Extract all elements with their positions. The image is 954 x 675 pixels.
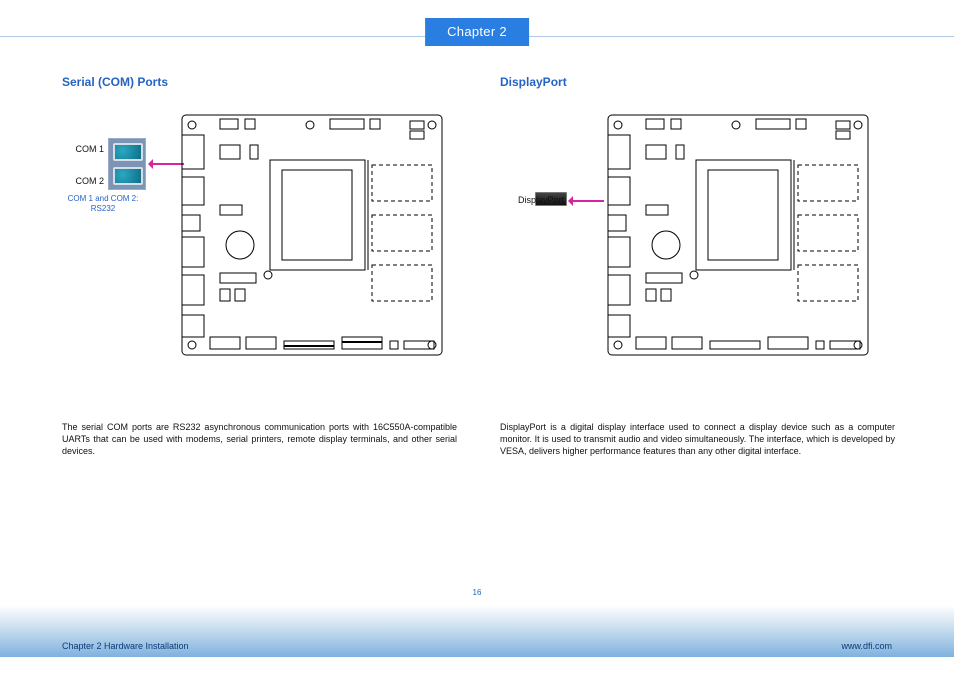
section-heading-com: Serial (COM) Ports — [62, 75, 168, 89]
pcb-diagram-right — [516, 105, 906, 365]
chapter-tab: Chapter 2 — [425, 18, 529, 46]
pcb-diagram-left — [70, 105, 460, 365]
footer-chapter: Chapter 2 Hardware Installation — [62, 641, 189, 651]
footer-url: www.dfi.com — [841, 641, 892, 651]
section-heading-dp: DisplayPort — [500, 75, 567, 89]
paragraph-com: The serial COM ports are RS232 asynchron… — [62, 421, 457, 457]
paragraph-dp: DisplayPort is a digital display interfa… — [500, 421, 895, 457]
document-page: Chapter 2 Serial (COM) Ports DisplayPort… — [0, 0, 954, 675]
page-number: 16 — [473, 588, 482, 597]
